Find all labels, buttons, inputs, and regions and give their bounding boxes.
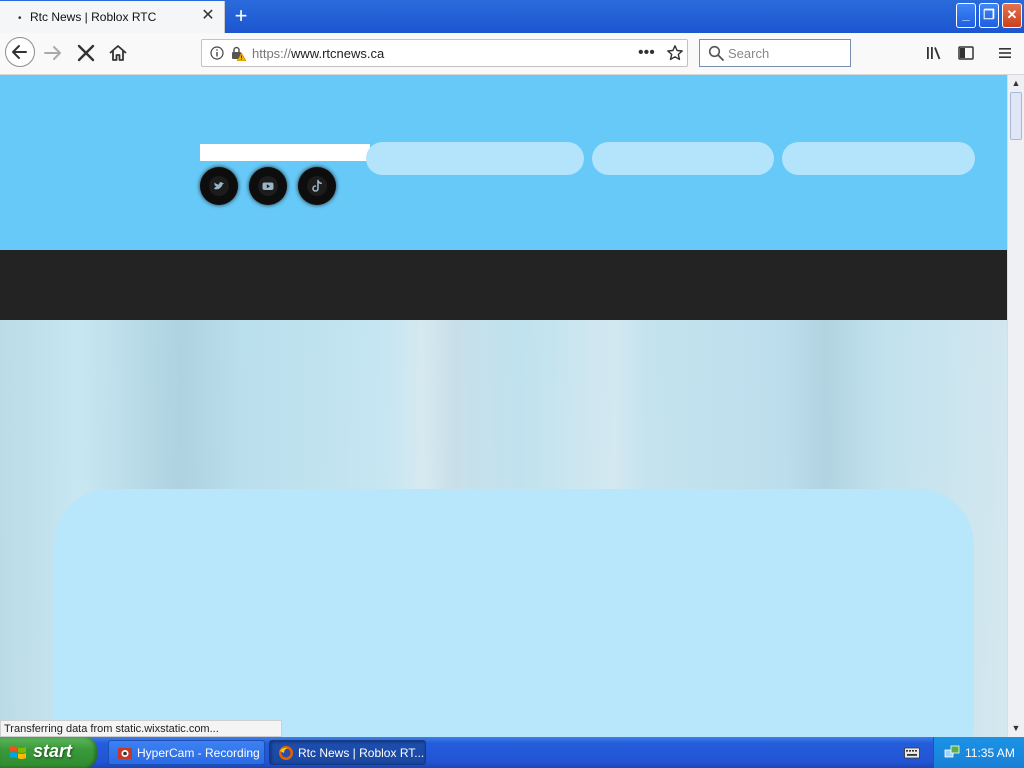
tab-close-icon[interactable]: ✕ — [200, 7, 216, 25]
start-label: start — [33, 741, 73, 761]
windows-taskbar: start HyperCam - Recording Rtc News | Ro… — [0, 737, 1024, 768]
tab-title: Rtc News | Roblox RTC — [30, 10, 157, 24]
hamburger-menu-icon[interactable] — [996, 44, 1014, 62]
taskbar-item-hypercam[interactable]: HyperCam - Recording — [108, 740, 265, 765]
site-nav-item-1[interactable] — [366, 142, 584, 175]
tiktok-icon[interactable] — [298, 167, 336, 205]
scroll-thumb[interactable] — [1010, 92, 1022, 140]
search-box[interactable] — [699, 39, 851, 67]
insecure-lock-icon[interactable] — [230, 45, 246, 61]
network-icon[interactable] — [944, 744, 960, 760]
home-icon[interactable] — [107, 42, 129, 64]
minimize-button[interactable]: _ — [956, 3, 976, 28]
sidebar-toggle-icon[interactable] — [957, 44, 975, 62]
loading-status-text: Transferring data from static.wixstatic.… — [0, 720, 282, 737]
url-bar[interactable]: https://www.rtcnews.ca ••• — [201, 39, 688, 67]
scroll-down-arrow-icon[interactable]: ▼ — [1008, 720, 1024, 737]
keyboard-language-icon[interactable] — [904, 746, 920, 759]
tab-loading-indicator: • — [18, 13, 22, 24]
close-window-button[interactable]: ✕ — [1002, 3, 1022, 28]
stop-loading-icon[interactable] — [75, 42, 97, 64]
hypercam-icon — [118, 748, 132, 759]
taskbar-item-firefox[interactable]: Rtc News | Roblox RT... — [269, 740, 426, 765]
taskbar-item-label: Rtc News | Roblox RT... — [298, 746, 425, 760]
site-header — [0, 75, 1007, 250]
clock: 11:35 AM — [965, 746, 1015, 760]
url-host: www.rtcnews.ca — [291, 46, 385, 61]
system-tray: 11:35 AM — [933, 737, 1024, 768]
bookmark-star-icon[interactable] — [666, 44, 684, 62]
back-arrow-icon — [12, 45, 27, 59]
hero-content-panel — [54, 489, 974, 737]
start-button[interactable]: start — [0, 737, 97, 768]
title-bar: • Rtc News | Roblox RTC ✕ + _ ❐ ✕ — [0, 0, 1024, 33]
search-icon — [708, 45, 724, 61]
scroll-up-arrow-icon[interactable]: ▲ — [1008, 75, 1024, 92]
back-button[interactable] — [5, 37, 35, 67]
site-nav-item-3[interactable] — [782, 142, 975, 175]
twitter-icon[interactable] — [200, 167, 238, 205]
taskbar-item-label: HyperCam - Recording — [137, 746, 260, 760]
maximize-button[interactable]: ❐ — [979, 3, 999, 28]
search-input[interactable] — [728, 42, 846, 64]
dark-divider-band — [0, 250, 1007, 320]
browser-tab[interactable]: • Rtc News | Roblox RTC ✕ — [0, 1, 225, 33]
url-protocol: https:// — [252, 46, 292, 61]
library-icon[interactable] — [925, 44, 943, 62]
page-viewport — [0, 75, 1007, 737]
url-text[interactable]: https://www.rtcnews.ca — [252, 46, 384, 61]
site-nav-item-2[interactable] — [592, 142, 774, 175]
youtube-icon[interactable] — [249, 167, 287, 205]
new-tab-button[interactable]: + — [231, 4, 251, 28]
windows-flag-icon — [10, 746, 26, 759]
page-actions-icon[interactable]: ••• — [638, 44, 655, 62]
site-logo-placeholder[interactable] — [200, 144, 370, 161]
vertical-scrollbar[interactable]: ▲ ▼ — [1007, 75, 1024, 737]
forward-icon[interactable] — [42, 42, 64, 64]
info-icon[interactable] — [210, 46, 224, 60]
nav-toolbar: https://www.rtcnews.ca ••• — [0, 33, 1024, 75]
firefox-icon — [279, 746, 293, 760]
